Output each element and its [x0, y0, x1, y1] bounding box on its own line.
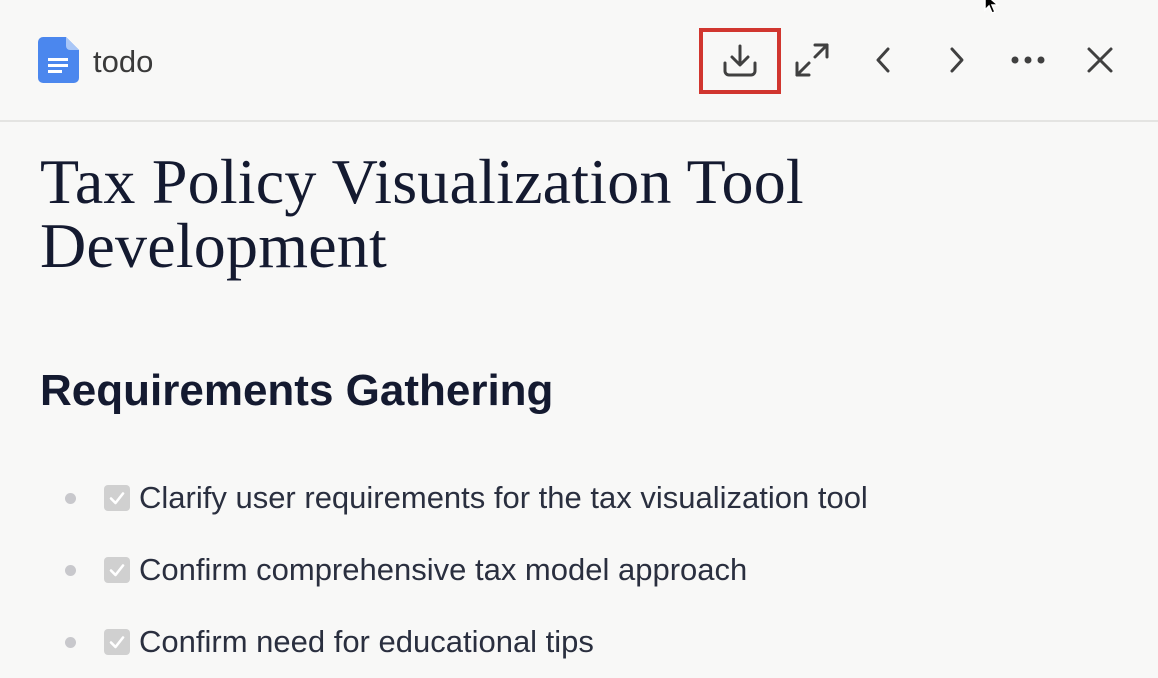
next-button[interactable] [921, 26, 991, 94]
chevron-left-icon [876, 47, 890, 73]
task-text: Confirm comprehensive tax model approach [139, 552, 748, 587]
bullet-dot [65, 637, 76, 648]
bullet-dot [65, 565, 76, 576]
expand-icon [795, 43, 829, 77]
task-item: Confirm comprehensive tax model approach [40, 534, 1120, 606]
task-text: Clarify user requirements for the tax vi… [139, 480, 868, 515]
download-icon [723, 44, 757, 77]
expand-button[interactable] [777, 26, 847, 94]
bullet-dot [65, 493, 76, 504]
task-list: Clarify user requirements for the tax vi… [40, 462, 1120, 678]
task-checkbox[interactable] [104, 485, 130, 511]
close-button[interactable] [1065, 26, 1135, 94]
task-item: Confirm need for educational tips [40, 606, 1120, 678]
previous-button[interactable] [849, 26, 919, 94]
close-icon [1087, 47, 1113, 73]
checkmark-icon [109, 492, 125, 505]
checkmark-icon [109, 636, 125, 649]
task-checkbox[interactable] [104, 557, 130, 583]
task-text: Confirm need for educational tips [139, 624, 594, 659]
preview-header: todo [0, 0, 1158, 122]
section-heading: Requirements Gathering [40, 366, 554, 415]
document-title: todo [93, 44, 154, 79]
checkmark-icon [109, 564, 125, 577]
download-button[interactable] [705, 26, 775, 94]
google-docs-icon [38, 37, 79, 83]
task-checkbox[interactable] [104, 629, 130, 655]
document-content: Tax Policy Visualization Tool Developmen… [40, 150, 1120, 678]
more-options-button[interactable] [993, 26, 1063, 94]
more-horizontal-icon [1011, 56, 1045, 64]
chevron-right-icon [950, 47, 964, 73]
page-title: Tax Policy Visualization Tool Developmen… [40, 146, 804, 281]
task-item: Clarify user requirements for the tax vi… [40, 462, 1120, 534]
